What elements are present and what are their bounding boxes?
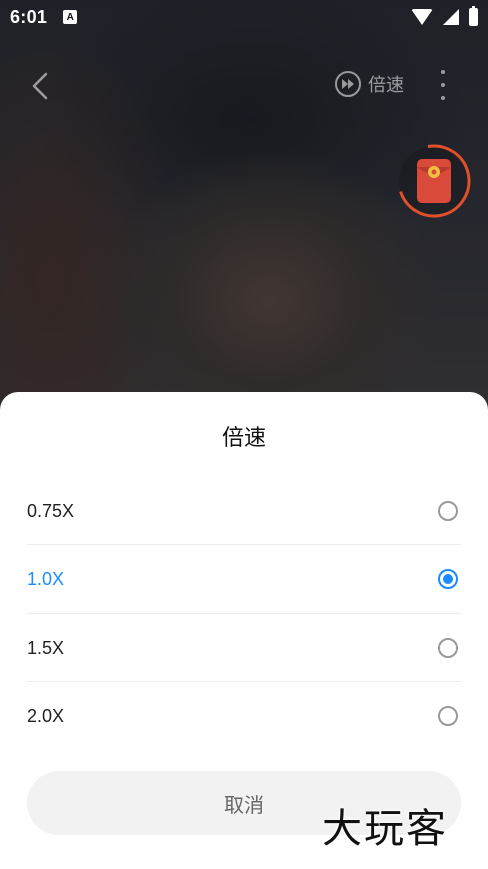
battery-icon xyxy=(469,6,478,26)
watermark-logo: 大玩客 xyxy=(322,806,448,852)
speed-bottom-sheet: 倍速 0.75X 1.0X 1.5X 2.0X 取消 大玩客 xyxy=(0,392,488,869)
speed-option-1-5[interactable]: 1.5X xyxy=(27,614,461,682)
radio-checked-icon[interactable] xyxy=(438,569,458,589)
radio-unchecked-icon[interactable] xyxy=(438,706,458,726)
option-label: 1.0X xyxy=(27,568,65,589)
radio-unchecked-icon[interactable] xyxy=(438,638,458,658)
option-label: 2.0X xyxy=(27,705,65,726)
signal-icon xyxy=(443,9,459,25)
status-time: 6:01 xyxy=(10,6,48,27)
notification-icon: A xyxy=(63,10,78,24)
radio-unchecked-icon[interactable] xyxy=(438,501,458,521)
player-top-bar: 倍速 xyxy=(0,58,488,112)
fast-forward-icon xyxy=(335,71,361,97)
speed-option-1-0[interactable]: 1.0X xyxy=(27,545,461,613)
speed-button-label: 倍速 xyxy=(368,75,404,95)
sheet-title: 倍速 xyxy=(221,425,266,450)
status-bar: 6:01 A xyxy=(0,0,488,34)
speed-option-2-0[interactable]: 2.0X xyxy=(27,682,461,750)
option-label: 0.75X xyxy=(27,500,75,521)
more-menu-icon[interactable] xyxy=(436,70,450,100)
speed-button[interactable]: 倍速 xyxy=(334,70,404,98)
wifi-icon xyxy=(411,9,433,25)
status-icons xyxy=(411,6,478,26)
back-icon[interactable] xyxy=(28,68,56,104)
speed-option-0-75[interactable]: 0.75X xyxy=(27,477,461,545)
red-packet-icon[interactable] xyxy=(396,143,472,219)
option-label: 1.5X xyxy=(27,637,65,658)
